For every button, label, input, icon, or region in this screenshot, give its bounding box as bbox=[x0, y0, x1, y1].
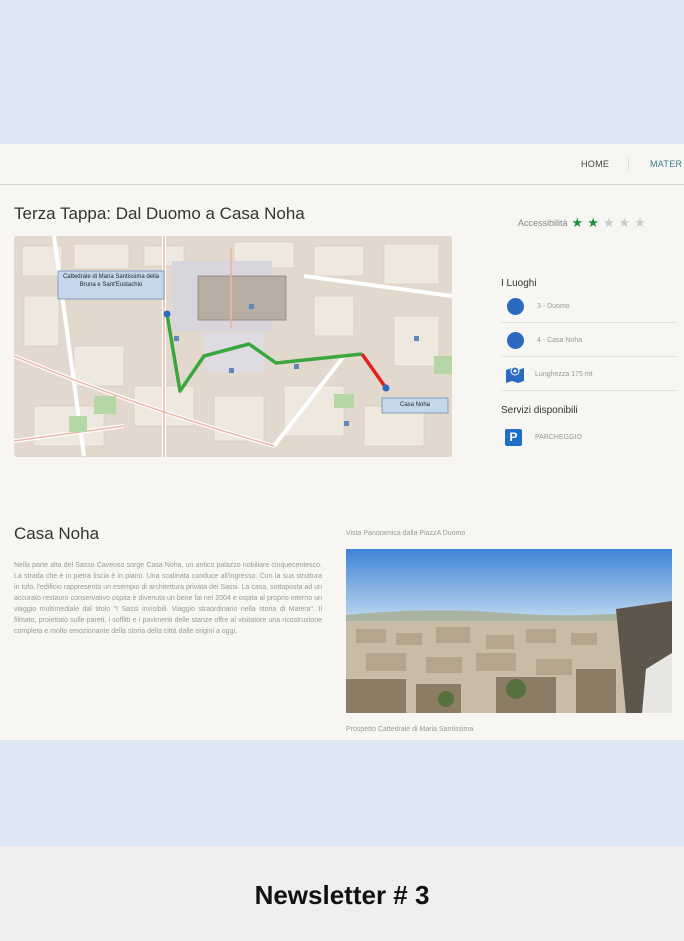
list-item-casa-noha[interactable]: 4 - Casa Noha bbox=[501, 324, 677, 357]
map-label-cathedral: Cattedrale di Maria Santissima della Bru… bbox=[62, 274, 160, 288]
nav-home-link[interactable]: HOME bbox=[581, 159, 609, 169]
route-map[interactable]: Cattedrale di Maria Santissima della Bru… bbox=[14, 236, 452, 457]
page-title: Terza Tappa: Dal Duomo a Casa Noha bbox=[14, 204, 305, 223]
place-label: 3 - Duomo bbox=[537, 302, 570, 310]
places-heading: I Luoghi bbox=[501, 278, 537, 289]
photo-caption-top: Vista Panoramica dalla PiazzA Duomo bbox=[346, 530, 466, 537]
location-dot-icon bbox=[507, 331, 524, 349]
footer: Newsletter # 3 bbox=[0, 846, 684, 941]
mid-banner bbox=[0, 740, 684, 846]
top-navigation: HOME MATER bbox=[0, 144, 684, 185]
photo-caption-bottom: Prospetto Cattedrale di Maria Santissima bbox=[346, 726, 474, 733]
star-icon: ★ bbox=[587, 215, 599, 230]
section-body: Nella parte alta del Sasso Caveoso sorge… bbox=[14, 562, 322, 635]
section-title: Casa Noha bbox=[14, 524, 100, 543]
parking-label: PARCHEGGIO bbox=[535, 434, 582, 441]
star-icon: ★ bbox=[571, 215, 584, 230]
panorama-photo[interactable] bbox=[346, 549, 672, 713]
location-dot-icon bbox=[507, 297, 524, 315]
top-banner bbox=[0, 0, 684, 144]
map-label-casa-noha: Casa Noha bbox=[399, 402, 431, 408]
star-icon: ★ bbox=[602, 215, 615, 230]
map-pin-icon bbox=[506, 366, 524, 383]
panorama-image bbox=[346, 549, 672, 713]
newsletter-title: Newsletter # 3 bbox=[254, 880, 430, 910]
services-heading: Servizi disponibili bbox=[501, 405, 578, 416]
place-label: 4 - Casa Noha bbox=[537, 336, 583, 344]
web-page-screenshot: HOME MATER Terza Tappa: Dal Duomo a Casa… bbox=[0, 144, 684, 740]
accessibility-rating: Accessibilità ★ ★ ★ ★ ★ bbox=[518, 215, 646, 230]
nav-divider bbox=[628, 157, 629, 171]
nav-matera-link[interactable]: MATER bbox=[650, 159, 682, 169]
accessibility-label: Accessibilità bbox=[518, 218, 568, 228]
route-length-row: Lunghezza 175 mt bbox=[501, 358, 677, 391]
star-icon: ★ bbox=[634, 215, 646, 230]
map-canvas bbox=[14, 236, 452, 457]
parking-icon: P bbox=[505, 429, 522, 446]
route-length-label: Lunghezza 175 mt bbox=[535, 370, 593, 378]
list-item-duomo[interactable]: 3 - Duomo bbox=[501, 290, 677, 323]
star-icon: ★ bbox=[618, 215, 631, 230]
